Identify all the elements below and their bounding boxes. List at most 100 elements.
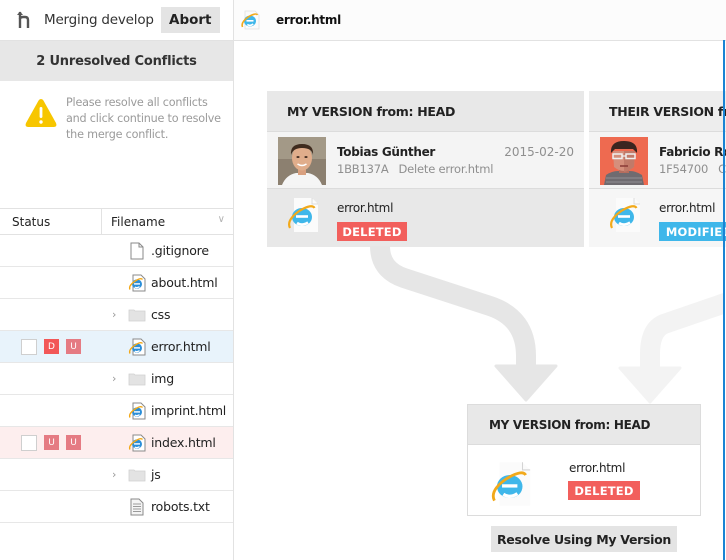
html-file-icon	[128, 274, 146, 292]
filename-cell: .gitignore	[112, 242, 209, 260]
my-version-filename: error.html	[337, 201, 394, 215]
filename-column-label: Filename	[111, 215, 166, 229]
deleted-badge: DELETED	[568, 481, 640, 500]
html-file-icon	[128, 402, 146, 420]
file-row[interactable]: .gitignore	[0, 235, 233, 267]
filename-column-header[interactable]: Filename ∨	[102, 209, 233, 234]
filename-cell: › img	[112, 370, 174, 388]
html-file-icon	[489, 461, 533, 507]
filename: css	[151, 307, 171, 322]
merge-toolbar: Merging develop Abort	[0, 0, 233, 41]
abort-button[interactable]: Abort	[160, 7, 220, 33]
file-row[interactable]: about.html	[0, 267, 233, 299]
file-row[interactable]: D Uerror.html	[0, 331, 233, 363]
filename-cell: › css	[112, 306, 171, 324]
warning-text: Please resolve all conflicts and click c…	[66, 96, 221, 141]
folder-icon	[128, 306, 146, 324]
my-version-arrowhead	[494, 364, 558, 402]
my-version-card: MY VERSION from: HEAD Tobias Günther 201…	[267, 91, 584, 247]
sidebar: Merging develop Abort 2 Unresolved Confl…	[0, 0, 234, 560]
commit-meta: 1F54700Ch	[659, 162, 726, 176]
status-cell: DU	[0, 338, 102, 355]
commit-author: Tobias Günther	[337, 145, 436, 159]
html-file-icon	[128, 434, 146, 452]
warning-message: Please resolve all conflicts and click c…	[0, 81, 233, 208]
filename: error.html	[151, 339, 211, 354]
commit-message: Delete error.html	[398, 162, 494, 176]
file-row[interactable]: robots.txt	[0, 491, 233, 523]
filename: js	[151, 467, 161, 482]
filename: imprint.html	[151, 403, 227, 418]
filename: robots.txt	[151, 499, 210, 514]
resolve-using-my-version-button[interactable]: Resolve Using My Version	[491, 526, 677, 552]
filename-cell: about.html	[112, 274, 218, 292]
chevron-right-icon[interactable]: ›	[112, 372, 126, 385]
resolve-checkbox[interactable]	[21, 338, 37, 355]
status-badge: U	[44, 435, 59, 450]
status-column-header[interactable]: Status	[0, 209, 102, 234]
their-version-arrowhead	[618, 366, 682, 404]
my-version-file: error.html DELETED	[267, 189, 584, 247]
their-version-commit[interactable]: Fabricio Ros 1F54700Ch	[589, 131, 726, 189]
avatar	[278, 137, 326, 185]
their-version-filename: error.html	[659, 201, 716, 215]
my-version-heading: MY VERSION from: HEAD	[287, 104, 456, 119]
their-version-card: THEIR VERSION from: Fabricio Ros 1F54700…	[589, 91, 726, 247]
file-list: .gitignore about.html › css D Uerror.html › img…	[0, 235, 233, 523]
text-file-icon	[128, 242, 146, 260]
html-file-icon	[287, 197, 319, 233]
commit-author: Fabricio Ros	[659, 145, 726, 159]
their-version-heading: THEIR VERSION from:	[589, 91, 726, 131]
filename-cell: robots.txt	[112, 498, 210, 516]
chevron-down-icon[interactable]: ∨	[218, 214, 225, 225]
file-row[interactable]: › js	[0, 459, 233, 491]
folder-icon	[128, 370, 146, 388]
file-list-header: Status Filename ∨	[0, 208, 233, 235]
warning-triangle-icon	[24, 97, 58, 129]
my-version-arrow	[370, 246, 536, 368]
their-version-file: error.html MODIFIED	[589, 189, 726, 247]
merging-status-label: Merging develop	[44, 12, 154, 28]
resolve-checkbox[interactable]	[21, 434, 37, 451]
filename-cell: index.html	[112, 434, 216, 452]
status-badge: U	[66, 435, 81, 450]
filename-cell: imprint.html	[112, 402, 226, 420]
commit-hash: 1F54700	[659, 162, 709, 176]
folder-icon	[128, 466, 146, 484]
commit-date: 2015-02-20	[504, 145, 574, 159]
file-row[interactable]: U Uindex.html	[0, 427, 233, 459]
unresolved-conflicts-heading: 2 Unresolved Conflicts	[0, 41, 233, 81]
filename: about.html	[151, 275, 218, 290]
file-title: error.html	[276, 13, 341, 27]
file-row[interactable]: imprint.html	[0, 395, 233, 427]
filename: .gitignore	[151, 243, 209, 258]
html-file-icon	[128, 338, 146, 356]
status-badge: U	[66, 339, 81, 354]
chevron-right-icon[interactable]: ›	[112, 468, 126, 481]
chevron-right-icon[interactable]: ›	[112, 308, 126, 321]
text-lines-file-icon	[128, 498, 146, 516]
filename-cell: › js	[112, 466, 161, 484]
filename-cell: error.html	[112, 338, 211, 356]
filename: img	[151, 371, 174, 386]
merge-flow-arrows	[370, 246, 724, 404]
file-header: error.html	[234, 0, 726, 41]
file-row[interactable]: › css	[0, 299, 233, 331]
deleted-badge: DELETED	[337, 222, 407, 241]
commit-meta: 1BB137A Delete error.html	[337, 162, 493, 176]
filename: index.html	[151, 435, 216, 450]
merge-branch-icon	[12, 8, 36, 32]
html-file-icon	[609, 197, 641, 233]
commit-hash: 1BB137A	[337, 162, 389, 176]
status-badge: D	[44, 339, 59, 354]
result-heading: MY VERSION from: HEAD	[468, 405, 700, 445]
result-card: MY VERSION from: HEAD error.html DELETED	[467, 404, 701, 516]
modified-badge: MODIFIED	[659, 222, 726, 241]
html-file-icon	[240, 9, 262, 31]
file-row[interactable]: › img	[0, 363, 233, 395]
panel-focus-edge	[723, 40, 725, 560]
their-version-arrow	[640, 292, 724, 370]
my-version-commit[interactable]: Tobias Günther 2015-02-20 1BB137A Delete …	[267, 131, 584, 189]
avatar	[600, 137, 648, 185]
result-filename: error.html	[569, 461, 626, 475]
